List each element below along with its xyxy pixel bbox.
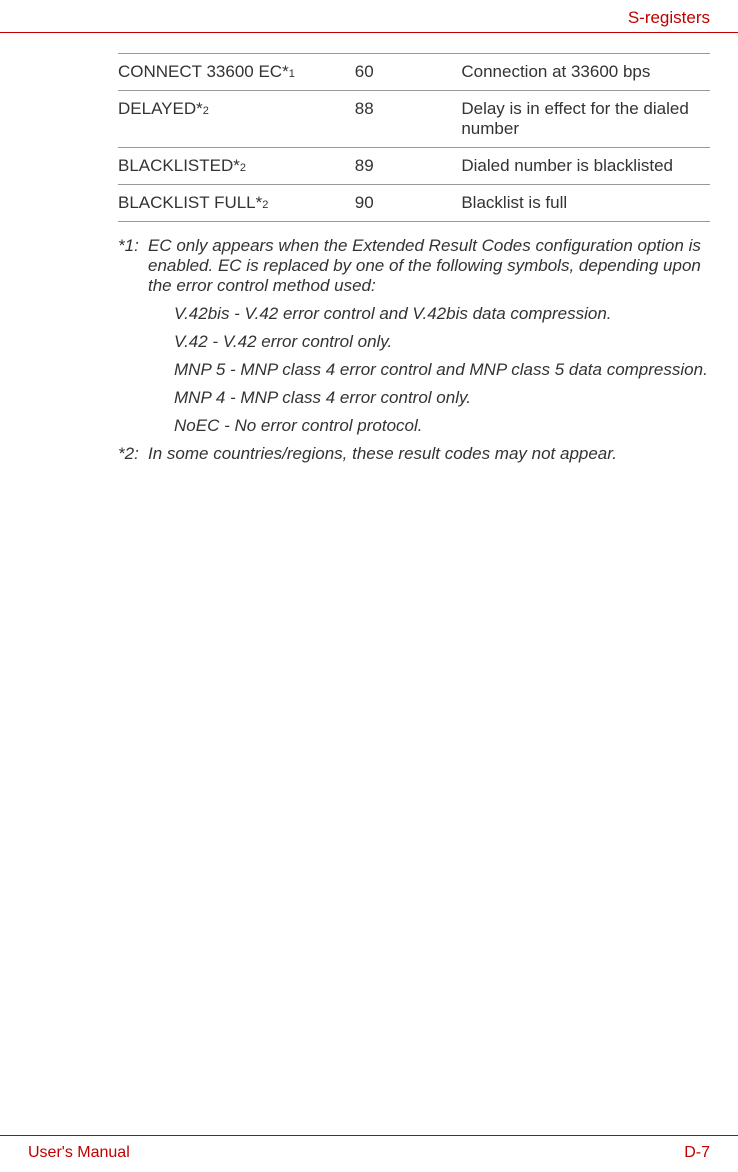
table-row: CONNECT 33600 EC*1 60 Connection at 3360…	[118, 54, 710, 91]
note-ref: 2	[262, 199, 268, 211]
table-cell-code: 89	[355, 148, 462, 185]
note-ref: 2	[203, 105, 209, 117]
table-cell-desc: Connection at 33600 bps	[461, 54, 710, 91]
footnote-sub: NoEC - No error control protocol.	[174, 416, 710, 436]
note-ref: 2	[240, 162, 246, 174]
footnote-sub: V.42bis - V.42 error control and V.42bis…	[174, 304, 710, 324]
result-codes-table: CONNECT 33600 EC*1 60 Connection at 3360…	[118, 53, 710, 222]
table-cell-name: BLACKLISTED*2	[118, 148, 355, 185]
footnotes: *1:EC only appears when the Extended Res…	[118, 236, 710, 464]
footnote-2: *2:In some countries/regions, these resu…	[118, 444, 710, 464]
table-cell-name: BLACKLIST FULL*2	[118, 185, 355, 222]
footnote-label: *1:	[118, 236, 148, 256]
table-cell-desc: Dialed number is blacklisted	[461, 148, 710, 185]
footnote-1: *1:EC only appears when the Extended Res…	[118, 236, 710, 296]
footnote-label: *2:	[118, 444, 148, 464]
row-name: CONNECT 33600 EC*	[118, 62, 289, 81]
footer-right: D-7	[684, 1144, 710, 1162]
row-name: BLACKLISTED*	[118, 156, 240, 175]
main-content: CONNECT 33600 EC*1 60 Connection at 3360…	[0, 53, 738, 464]
table-cell-code: 88	[355, 91, 462, 148]
header-title: S-registers	[628, 8, 710, 27]
page-footer: User's Manual D-7	[0, 1135, 738, 1162]
table-cell-name: DELAYED*2	[118, 91, 355, 148]
row-name: DELAYED*	[118, 99, 203, 118]
footnote-text: In some countries/regions, these result …	[148, 444, 706, 464]
table-cell-name: CONNECT 33600 EC*1	[118, 54, 355, 91]
footnote-text: EC only appears when the Extended Result…	[148, 236, 706, 296]
table-cell-desc: Blacklist is full	[461, 185, 710, 222]
footnote-sub: MNP 4 - MNP class 4 error control only.	[174, 388, 710, 408]
footer-left: User's Manual	[28, 1144, 130, 1162]
row-name: BLACKLIST FULL*	[118, 193, 262, 212]
footnote-sub: V.42 - V.42 error control only.	[174, 332, 710, 352]
table-row: BLACKLIST FULL*2 90 Blacklist is full	[118, 185, 710, 222]
table-cell-desc: Delay is in effect for the dialed number	[461, 91, 710, 148]
table-row: DELAYED*2 88 Delay is in effect for the …	[118, 91, 710, 148]
note-ref: 1	[289, 68, 295, 80]
page-header: S-registers	[0, 0, 738, 33]
table-cell-code: 90	[355, 185, 462, 222]
table-row: BLACKLISTED*2 89 Dialed number is blackl…	[118, 148, 710, 185]
table-cell-code: 60	[355, 54, 462, 91]
footnote-sub: MNP 5 - MNP class 4 error control and MN…	[174, 360, 710, 380]
